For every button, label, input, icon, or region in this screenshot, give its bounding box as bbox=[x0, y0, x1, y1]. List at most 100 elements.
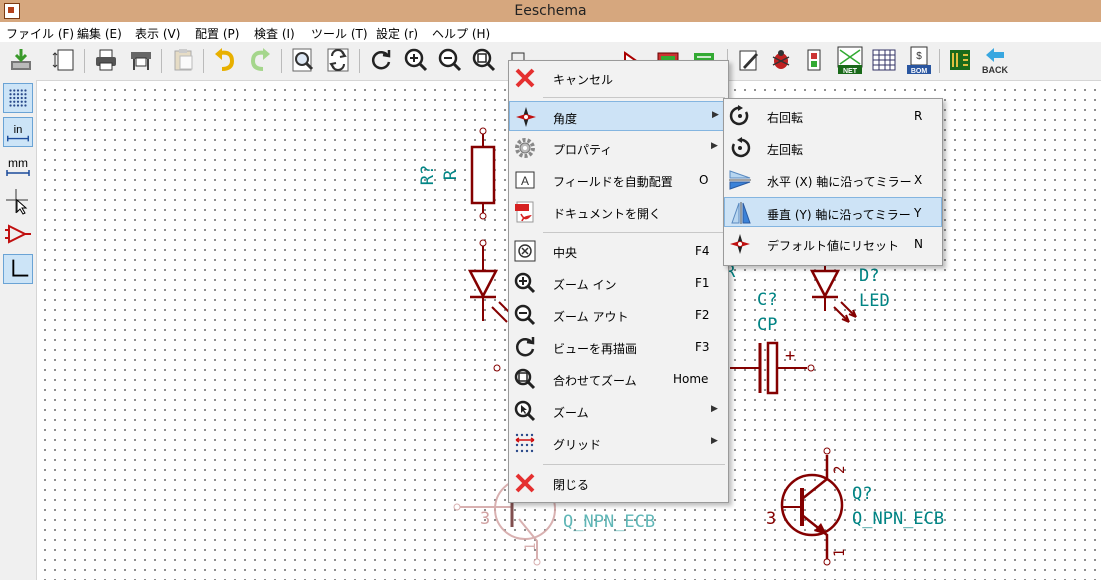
units-inch-label: in bbox=[14, 124, 23, 136]
zoom-in-icon[interactable] bbox=[403, 47, 429, 73]
rotate-cw-icon bbox=[729, 105, 749, 126]
transistor-pin-b: 3 bbox=[766, 509, 776, 529]
bom-table-icon[interactable] bbox=[871, 47, 897, 73]
redraw-icon bbox=[515, 337, 535, 357]
submenu-item-reset-orientation[interactable]: デフォルト値にリセット N bbox=[724, 229, 942, 259]
menu-bar: ファイル (F) 編集 (E) 表示 (V) 配置 (P) 検査 (I) ツール… bbox=[0, 22, 1101, 42]
transistor-ghost-pin-e: 1 bbox=[523, 543, 539, 551]
resistor-ref: R? bbox=[418, 165, 438, 185]
cancel-icon bbox=[515, 68, 535, 88]
orientation-submenu: 右回転 R 左回転 水平 (X) 軸に沿ってミラー X 垂直 (Y) 軸に沿って… bbox=[723, 98, 943, 266]
netlist-icon[interactable] bbox=[802, 47, 828, 73]
units-inch-icon[interactable]: in bbox=[3, 117, 33, 147]
led-value: LED bbox=[859, 291, 890, 311]
net-icon[interactable]: NET bbox=[836, 45, 864, 75]
pcbnew-icon[interactable] bbox=[947, 47, 973, 73]
units-mm-icon[interactable]: mm bbox=[3, 151, 33, 181]
grid-select-icon bbox=[515, 433, 535, 453]
transistor-ghost-pin-b: 3 bbox=[480, 509, 490, 529]
zoom-out-icon bbox=[514, 304, 536, 326]
svg-text:$: $ bbox=[916, 51, 922, 62]
menu-item-cancel[interactable]: キャンセル bbox=[509, 63, 728, 93]
mirror-y-icon bbox=[731, 202, 751, 224]
menu-item-zoom[interactable]: ズーム ▶ bbox=[509, 396, 728, 426]
menu-item-close[interactable]: 閉じる bbox=[509, 468, 728, 498]
reset-orientation-icon bbox=[730, 234, 750, 254]
bom-icon[interactable]: $ BOM bbox=[905, 45, 933, 75]
units-mm-label: mm bbox=[8, 156, 28, 170]
svg-text:A: A bbox=[521, 174, 529, 188]
net-label: NET bbox=[843, 68, 858, 75]
plot-icon[interactable] bbox=[128, 47, 154, 73]
save-icon[interactable] bbox=[8, 47, 34, 73]
transistor-symbol[interactable]: 2 1 bbox=[780, 447, 848, 566]
menu-settings[interactable]: 設定 (r) bbox=[376, 25, 418, 42]
menu-item-redraw[interactable]: ビューを再描画 F3 bbox=[509, 332, 728, 362]
back-icon[interactable]: BACK bbox=[980, 45, 1010, 77]
page-settings-icon[interactable] bbox=[52, 47, 78, 73]
capacitor-plus: + bbox=[785, 346, 795, 366]
menu-item-zoom-in[interactable]: ズーム イン F1 bbox=[509, 268, 728, 298]
cursor-shape-icon[interactable] bbox=[3, 186, 33, 216]
transistor-ghost-value: Q_NPN_ECB bbox=[563, 512, 655, 532]
find-icon[interactable] bbox=[290, 47, 316, 73]
led-right-symbol[interactable] bbox=[809, 261, 857, 323]
redo-icon[interactable] bbox=[247, 47, 273, 73]
zoom-out-icon[interactable] bbox=[437, 47, 463, 73]
grid-icon[interactable] bbox=[3, 83, 33, 113]
paste-icon[interactable] bbox=[170, 47, 196, 73]
orientation-icon bbox=[516, 107, 536, 127]
menu-item-properties[interactable]: プロパティ ▶ bbox=[509, 133, 728, 163]
resistor-symbol[interactable] bbox=[470, 127, 496, 220]
menu-item-orientation[interactable]: 角度 ▶ bbox=[509, 101, 728, 131]
menu-item-open-document[interactable]: ドキュメントを開く bbox=[509, 197, 728, 227]
assign-footprint-icon[interactable] bbox=[768, 47, 794, 73]
submenu-item-mirror-y[interactable]: 垂直 (Y) 軸に沿ってミラー Y bbox=[724, 197, 942, 227]
submenu-item-rotate-ccw[interactable]: 左回転 bbox=[724, 133, 942, 163]
menu-item-zoom-out[interactable]: ズーム アウト F2 bbox=[509, 300, 728, 330]
transistor-pin-c: 2 bbox=[832, 466, 848, 474]
redraw-icon[interactable] bbox=[368, 47, 394, 73]
transistor-pin-e: 1 bbox=[832, 549, 848, 557]
resistor-value: R bbox=[441, 169, 461, 180]
menu-place[interactable]: 配置 (P) bbox=[195, 25, 239, 42]
menu-item-center[interactable]: 中央 F4 bbox=[509, 236, 728, 266]
menu-item-zoom-fit[interactable]: 合わせてズーム Home bbox=[509, 364, 728, 394]
zoom-in-icon bbox=[514, 272, 536, 294]
rotate-ccw-icon bbox=[731, 137, 751, 158]
menu-item-autoplace-fields[interactable]: A フィールドを自動配置 O bbox=[509, 165, 728, 195]
close-icon bbox=[515, 473, 535, 493]
menu-help[interactable]: ヘルプ (H) bbox=[432, 25, 490, 42]
title-bar: Eeschema bbox=[0, 0, 1101, 22]
pdf-icon bbox=[515, 201, 534, 223]
transistor-value: Q_NPN_ECB bbox=[852, 509, 944, 529]
chevron-right-icon: ▶ bbox=[711, 436, 718, 446]
erc-icon[interactable] bbox=[736, 47, 762, 73]
wire-45deg-icon[interactable] bbox=[3, 254, 33, 284]
capacitor-value: CP bbox=[757, 315, 777, 335]
menu-tools[interactable]: ツール (T) bbox=[311, 25, 368, 42]
menu-edit[interactable]: 編集 (E) bbox=[77, 25, 122, 42]
submenu-item-mirror-x[interactable]: 水平 (X) 軸に沿ってミラー X bbox=[724, 165, 942, 195]
autoplace-fields-icon: A bbox=[515, 171, 535, 189]
menu-inspect[interactable]: 検査 (I) bbox=[254, 25, 295, 42]
print-icon[interactable] bbox=[93, 47, 119, 73]
zoom-fit-icon[interactable] bbox=[471, 47, 497, 73]
chevron-right-icon: ▶ bbox=[711, 404, 718, 414]
context-menu: キャンセル 角度 ▶ プロパティ ▶ A フィールドを自動配置 O ドキュメント… bbox=[508, 60, 729, 503]
menu-item-grid[interactable]: グリッド ▶ bbox=[509, 428, 728, 458]
left-toolbar: in mm bbox=[0, 80, 37, 580]
properties-gear-icon bbox=[515, 138, 535, 158]
hidden-pins-icon[interactable] bbox=[3, 220, 33, 250]
zoom-fit-icon bbox=[514, 368, 536, 390]
find-replace-icon[interactable] bbox=[325, 47, 351, 73]
submenu-item-rotate-cw[interactable]: 右回転 R bbox=[724, 101, 942, 131]
undo-icon[interactable] bbox=[212, 47, 238, 73]
menu-view[interactable]: 表示 (V) bbox=[135, 25, 180, 42]
led-ref: D? bbox=[859, 266, 879, 286]
zoom-select-icon bbox=[514, 400, 536, 422]
menu-file[interactable]: ファイル (F) bbox=[6, 25, 74, 42]
zoom-center-icon bbox=[514, 240, 536, 262]
capacitor-ref: C? bbox=[757, 290, 777, 310]
window-title: Eeschema bbox=[514, 3, 587, 19]
